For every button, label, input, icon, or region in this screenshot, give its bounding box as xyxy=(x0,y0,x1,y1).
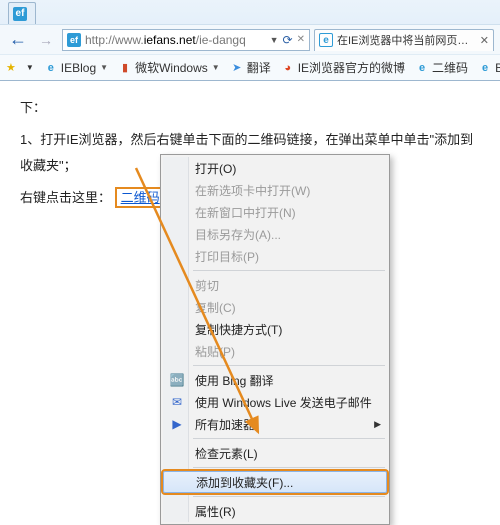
ctx-paste[interactable]: 粘贴(P) xyxy=(163,340,387,362)
ctx-separator xyxy=(193,365,385,366)
ctx-windows-live-email[interactable]: ✉ 使用 Windows Live 发送电子邮件 xyxy=(163,391,387,413)
ctx-cut[interactable]: 剪切 xyxy=(163,274,387,296)
fav-item-brooksville[interactable]: e Brooksville C xyxy=(478,61,500,75)
ctx-separator xyxy=(193,496,385,497)
ctx-all-accelerators[interactable]: ▶ 所有加速器 ▶ xyxy=(163,413,387,435)
translate-icon: 🔤 xyxy=(169,373,185,387)
ctx-open[interactable]: 打开(O) xyxy=(163,157,387,179)
tab-bar: ef xyxy=(0,0,500,24)
fav-item-mswindows[interactable]: ▮ 微软Windows ▼ xyxy=(118,59,220,76)
refresh-button[interactable]: ⟳ xyxy=(283,33,293,47)
back-button[interactable]: ← xyxy=(6,28,30,52)
fav-label: Brooksville C xyxy=(495,61,500,75)
ctx-separator xyxy=(193,270,385,271)
fav-label: 二维码 xyxy=(432,59,468,76)
fav-icon-brooksville: e xyxy=(478,61,492,75)
submenu-arrow-icon: ▶ xyxy=(374,419,381,430)
ctx-print-target[interactable]: 打印目标(P) xyxy=(163,245,387,267)
ctx-copy-shortcut[interactable]: 复制快捷方式(T) xyxy=(163,318,387,340)
address-url: http://www.iefans.net/ie-dangq xyxy=(85,33,266,47)
tab-2-close-icon[interactable]: ✕ xyxy=(480,34,489,47)
forward-icon: → xyxy=(39,32,53,48)
fav-label: 微软Windows xyxy=(135,59,208,76)
ctx-properties[interactable]: 属性(R) xyxy=(163,500,387,522)
back-icon: ← xyxy=(9,29,27,50)
address-favicon: ef xyxy=(67,33,81,47)
forward-button[interactable]: → xyxy=(34,28,58,52)
mail-icon: ✉ xyxy=(169,395,185,409)
fav-icon-weibo: ◕ xyxy=(281,61,295,75)
ctx-bing-translate[interactable]: 🔤 使用 Bing 翻译 xyxy=(163,369,387,391)
tab-1[interactable]: ef xyxy=(8,2,36,24)
accelerator-icon: ▶ xyxy=(169,417,185,431)
fav-icon-translate: ➤ xyxy=(230,61,244,75)
ctx-inspect-element[interactable]: 检查元素(L) xyxy=(163,442,387,464)
ctx-copy[interactable]: 复制(C) xyxy=(163,296,387,318)
ctx-open-new-window[interactable]: 在新窗口中打开(N) xyxy=(163,201,387,223)
fav-item-translate[interactable]: ➤ 翻译 xyxy=(230,59,271,76)
stop-button[interactable]: ✕ xyxy=(297,34,305,45)
ctx-open-new-tab[interactable]: 在新选项卡中打开(W) xyxy=(163,179,387,201)
add-favorite-icon[interactable]: ★ xyxy=(6,61,16,75)
fav-label: 翻译 xyxy=(247,59,271,76)
fav-icon-qrcode: e xyxy=(415,61,429,75)
ctx-add-to-favorites[interactable]: 添加到收藏夹(F)... xyxy=(163,471,387,493)
tab-2-favicon: e xyxy=(319,33,333,47)
favorites-bar: ★ ▼ e IEBlog ▼ ▮ 微软Windows ▼ ➤ 翻译 ◕ IE浏览… xyxy=(0,54,500,80)
fav-icon-mswindows: ▮ xyxy=(118,61,132,75)
fav-label: IE浏览器官方的微博 xyxy=(298,59,405,76)
ctx-save-target-as[interactable]: 目标另存为(A)... xyxy=(163,223,387,245)
nav-bar: ← → ef http://www.iefans.net/ie-dangq ▼ … xyxy=(0,24,500,54)
fav-icon-ieblog: e xyxy=(44,61,58,75)
tab-2[interactable]: e 在IE浏览器中将当前网页网... ✕ xyxy=(314,29,494,51)
address-bar[interactable]: ef http://www.iefans.net/ie-dangq ▼ ⟳ ✕ xyxy=(62,29,310,51)
add-favorite-dropdown-icon[interactable]: ▼ xyxy=(26,63,34,72)
fav-item-ieblog[interactable]: e IEBlog ▼ xyxy=(44,61,108,75)
qrcode-link[interactable]: 二维码 xyxy=(115,187,166,208)
fav-item-weibo[interactable]: ◕ IE浏览器官方的微博 xyxy=(281,59,405,76)
fav-label: IEBlog xyxy=(61,61,96,75)
page-line-0: 下： xyxy=(20,95,480,121)
browser-chrome: ef ← → ef http://www.iefans.net/ie-dangq… xyxy=(0,0,500,81)
ctx-separator xyxy=(193,438,385,439)
ctx-separator xyxy=(193,467,385,468)
tab-1-favicon: ef xyxy=(13,7,27,21)
address-dropdown-icon[interactable]: ▼ xyxy=(270,35,279,45)
fav-item-qrcode[interactable]: e 二维码 xyxy=(415,59,468,76)
tab-2-title: 在IE浏览器中将当前网页网... xyxy=(337,32,476,48)
context-menu: 打开(O) 在新选项卡中打开(W) 在新窗口中打开(N) 目标另存为(A)...… xyxy=(160,154,390,525)
